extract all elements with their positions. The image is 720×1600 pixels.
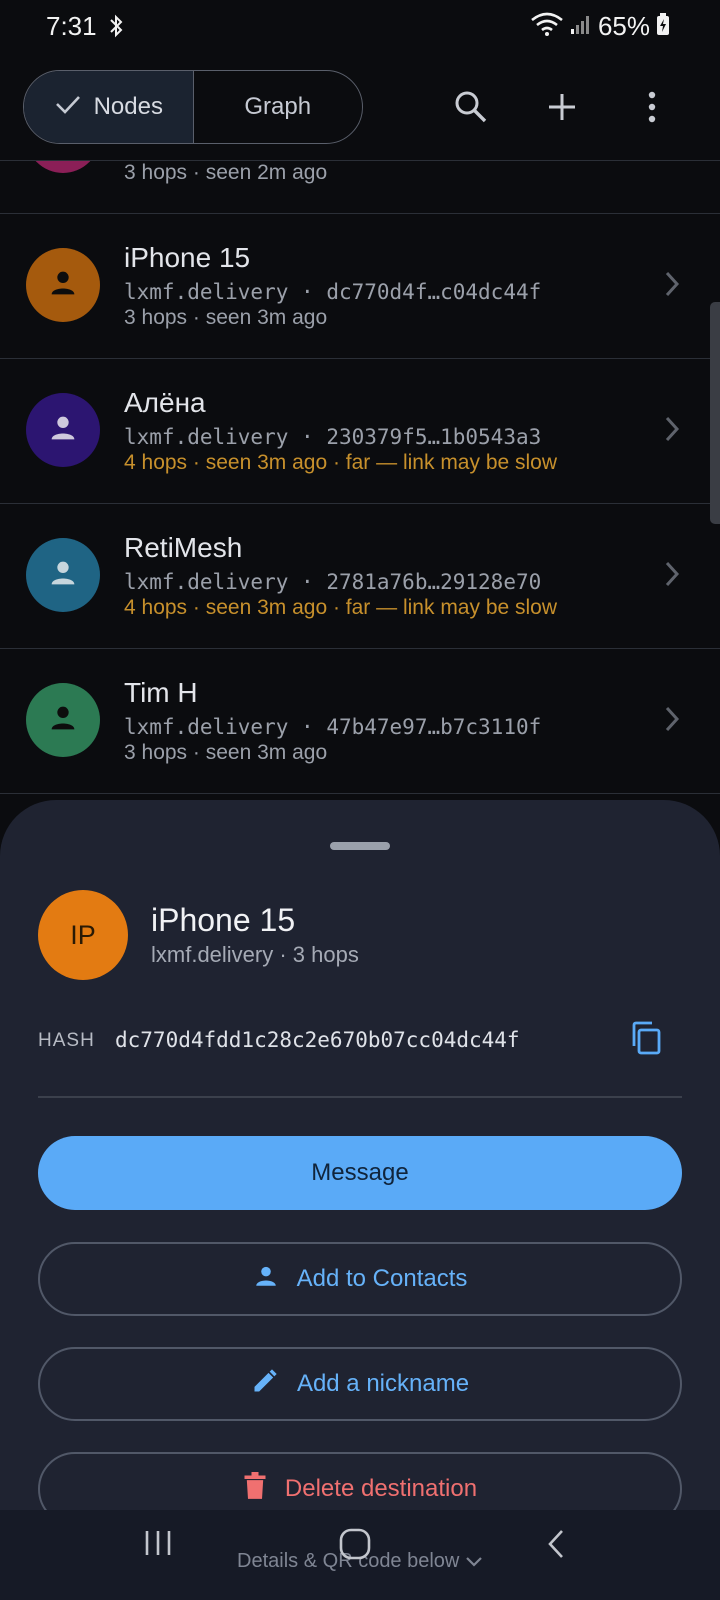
node-meta: 4 hops · seen 3m ago · far — link may be… xyxy=(124,596,558,619)
node-meta: 3 hops · seen 3m ago xyxy=(124,306,328,329)
list-item[interactable]: Tim H lxmf.delivery · 47b47e97…b7c3110f … xyxy=(0,649,720,793)
person-icon xyxy=(46,411,80,450)
list-item[interactable]: Алёна lxmf.delivery · 230379f5…1b0543a3 … xyxy=(0,359,720,503)
status-bar: 7:31 65% xyxy=(0,0,720,52)
avatar xyxy=(26,538,100,612)
node-name: Tim H xyxy=(124,677,198,708)
hash-value: dc770d4fdd1c28c2e670b07cc04dc44f xyxy=(115,1028,520,1052)
signal-icon xyxy=(570,13,592,40)
node-list: 3 hops · seen 2m ago iPhone 15 lxmf.deli… xyxy=(0,160,720,794)
scrollbar-thumb[interactable] xyxy=(710,302,720,524)
message-button[interactable]: Message xyxy=(38,1136,682,1210)
battery-charging-icon xyxy=(656,12,670,41)
status-time: 7:31 xyxy=(46,11,97,41)
tab-graph-label: Graph xyxy=(244,93,312,120)
node-name: RetiMesh xyxy=(124,532,243,563)
system-navbar: Details & QR code below xyxy=(0,1510,720,1600)
bluetooth-icon xyxy=(108,14,124,43)
add-nickname-label: Add a nickname xyxy=(296,1370,470,1397)
node-meta: 3 hops · seen 3m ago xyxy=(124,741,328,764)
avatar xyxy=(26,248,100,322)
message-button-label: Message xyxy=(311,1159,409,1186)
delete-destination-label: Delete destination xyxy=(284,1475,478,1502)
add-to-contacts-button[interactable]: Add to Contacts xyxy=(38,1242,682,1316)
node-detail-sheet: IP iPhone 15 lxmf.delivery · 3 hops HASH… xyxy=(0,800,720,1600)
screen: 7:31 65% Nodes Graph 3 hops · seen 2m ag… xyxy=(0,0,720,1600)
node-address: lxmf.delivery · 2781a76b…29128e70 xyxy=(124,570,542,594)
avatar: IP xyxy=(38,890,128,980)
chevron-right-icon xyxy=(664,415,680,448)
search-icon[interactable] xyxy=(448,84,494,130)
person-icon xyxy=(46,266,80,305)
tab-nodes-label: Nodes xyxy=(93,93,163,120)
list-item[interactable]: iPhone 15 lxmf.delivery · dc770d4f…c04dc… xyxy=(0,214,720,358)
chevron-right-icon xyxy=(664,705,680,738)
sheet-subtitle: lxmf.delivery · 3 hops xyxy=(151,942,359,967)
avatar xyxy=(26,161,100,173)
copy-icon[interactable] xyxy=(628,1020,668,1060)
home-icon[interactable] xyxy=(339,1528,371,1565)
add-to-contacts-label: Add to Contacts xyxy=(296,1265,468,1292)
person-icon xyxy=(46,701,80,740)
avatar xyxy=(26,393,100,467)
node-address: lxmf.delivery · 47b47e97…b7c3110f xyxy=(124,715,542,739)
tab-graph[interactable]: Graph xyxy=(194,71,363,143)
avatar xyxy=(26,683,100,757)
chevron-right-icon xyxy=(664,560,680,593)
recents-icon[interactable] xyxy=(143,1528,173,1563)
wifi-icon xyxy=(530,11,564,42)
battery-percent: 65% xyxy=(597,11,650,41)
more-vert-icon[interactable] xyxy=(629,84,675,130)
node-address: lxmf.delivery · dc770d4f…c04dc44f xyxy=(124,280,542,304)
tab-nodes[interactable]: Nodes xyxy=(24,71,194,143)
node-meta: 3 hops · seen 2m ago xyxy=(124,161,328,184)
list-item[interactable]: 3 hops · seen 2m ago xyxy=(0,161,720,213)
chevron-right-icon xyxy=(664,270,680,303)
trash-icon xyxy=(243,1471,267,1507)
view-toggle: Nodes Graph xyxy=(23,70,363,144)
node-name: iPhone 15 xyxy=(124,242,251,273)
check-icon xyxy=(54,93,82,122)
status-icons: 65% xyxy=(530,11,670,42)
sheet-title: iPhone 15 xyxy=(151,902,296,938)
divider xyxy=(0,793,720,794)
add-nickname-button[interactable]: Add a nickname xyxy=(38,1347,682,1421)
node-name: Алёна xyxy=(124,387,206,418)
hash-label: HASH xyxy=(38,1030,95,1051)
list-item[interactable]: RetiMesh lxmf.delivery · 2781a76b…29128e… xyxy=(0,504,720,648)
pencil-icon xyxy=(251,1367,279,1402)
person-icon xyxy=(253,1263,279,1296)
person-icon xyxy=(46,556,80,595)
drag-handle[interactable] xyxy=(330,842,390,850)
back-icon[interactable] xyxy=(546,1528,566,1565)
divider xyxy=(38,1096,682,1098)
add-icon[interactable] xyxy=(539,84,585,130)
node-address: lxmf.delivery · 230379f5…1b0543a3 xyxy=(124,425,542,449)
node-meta: 4 hops · seen 3m ago · far — link may be… xyxy=(124,451,558,474)
